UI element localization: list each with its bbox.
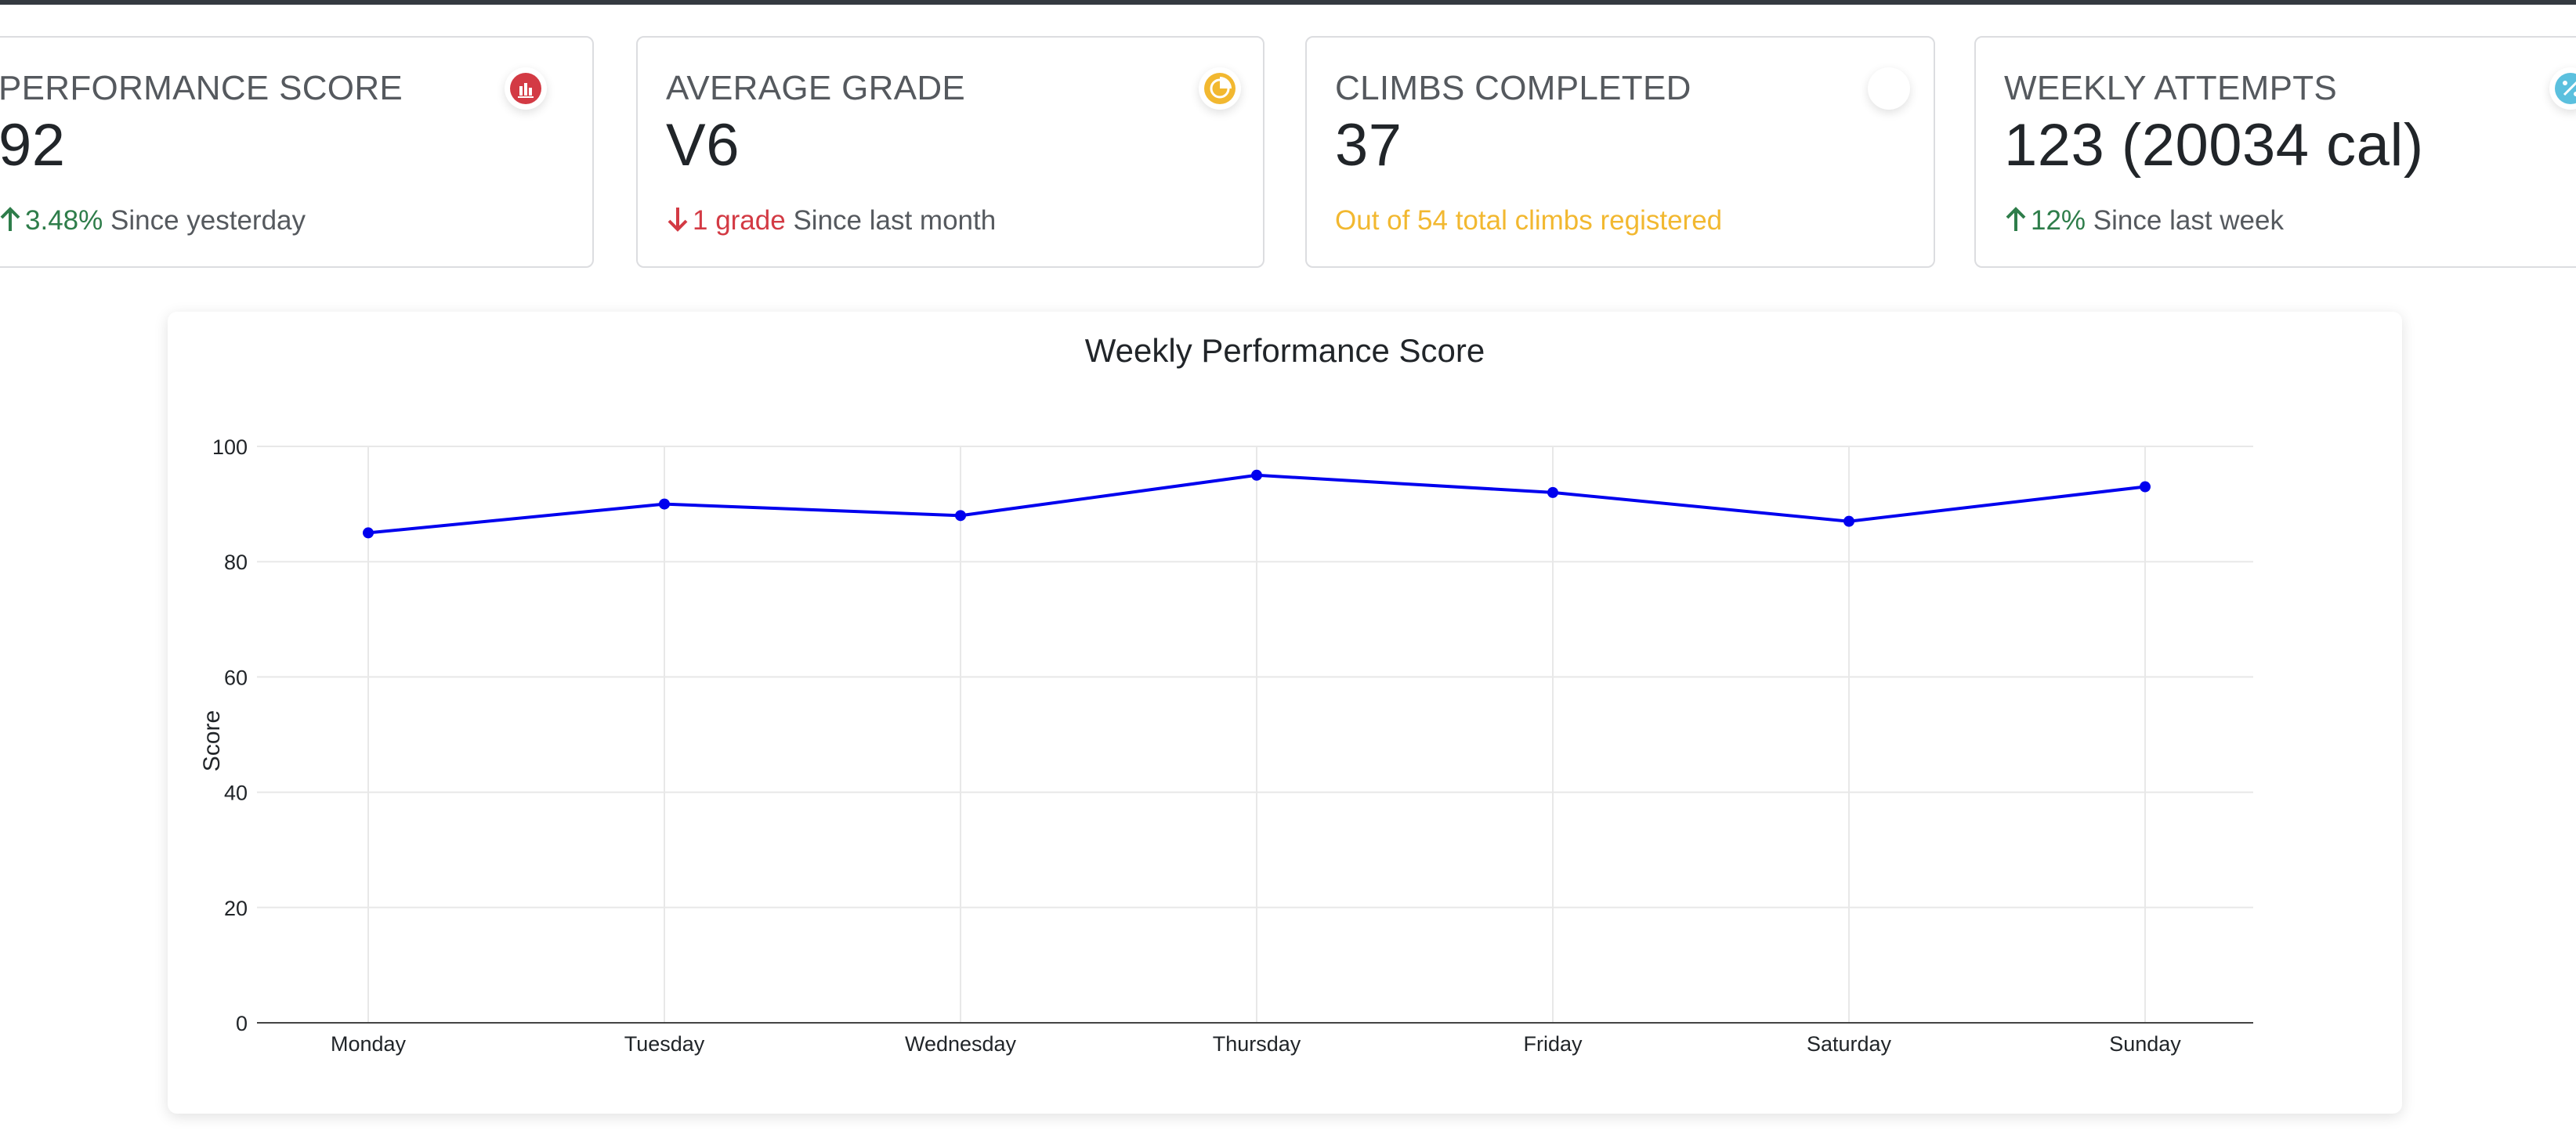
x-tick-label: Thursday bbox=[1213, 1032, 1301, 1056]
x-tick-label: Friday bbox=[1523, 1032, 1583, 1056]
data-point[interactable] bbox=[363, 527, 374, 539]
card-title: Performance Score bbox=[0, 69, 403, 107]
card-performance-score: Performance Score 92 3.48% Since yesterd… bbox=[0, 36, 594, 268]
data-point[interactable] bbox=[955, 510, 966, 522]
card-value: 123 (20034 cal) bbox=[2004, 112, 2424, 179]
card-title: Weekly Attempts bbox=[2004, 69, 2338, 107]
data-point[interactable] bbox=[2140, 481, 2151, 493]
arrow-up-icon bbox=[0, 207, 20, 231]
circle-icon bbox=[1868, 67, 1910, 110]
pie-chart-icon bbox=[1199, 67, 1241, 110]
x-tick-label: Wednesday bbox=[905, 1032, 1017, 1056]
data-point[interactable] bbox=[659, 498, 670, 510]
trend-note: Since last month bbox=[793, 205, 997, 236]
card-weekly-attempts: Weekly Attempts 123 (20034 cal) 12% Sinc… bbox=[1974, 36, 2576, 268]
y-tick-label: 20 bbox=[224, 897, 248, 920]
data-point[interactable] bbox=[1843, 515, 1854, 527]
grid bbox=[257, 446, 2253, 1023]
y-tick-label: 40 bbox=[224, 782, 248, 805]
top-bar bbox=[0, 0, 2576, 5]
arrow-down-icon bbox=[668, 208, 688, 232]
chart-card: Weekly Performance Score Score 0 20 40 60 80… bbox=[168, 312, 2402, 1114]
card-average-grade: Average Grade V6 1 grade Since last mont… bbox=[636, 36, 1264, 268]
card-title: Average Grade bbox=[666, 69, 966, 107]
card-value: V6 bbox=[666, 112, 740, 179]
axes: 0 20 40 60 80 100 Monday Tuesday Wednesday Thursd… bbox=[212, 435, 2253, 1056]
x-tick-label: Monday bbox=[331, 1032, 407, 1056]
trend-note: Since last week bbox=[2093, 205, 2284, 236]
data-point[interactable] bbox=[1251, 469, 1262, 481]
trend-value: 3.48% bbox=[25, 205, 103, 236]
y-axis-label: Score bbox=[199, 710, 225, 771]
y-tick-label: 100 bbox=[212, 435, 248, 459]
trend-value: 12% bbox=[2031, 205, 2086, 236]
chart-icon bbox=[505, 67, 547, 110]
x-tick-label: Sunday bbox=[2109, 1032, 2181, 1056]
trend-note: Since yesterday bbox=[110, 205, 306, 236]
line-chart: Weekly Performance Score Score 0 20 40 60 80… bbox=[199, 332, 2253, 1056]
trend-value: 1 grade bbox=[693, 205, 786, 236]
trend-up: 3.48% bbox=[0, 205, 110, 236]
card-value: 92 bbox=[0, 112, 66, 179]
chart-title: Weekly Performance Score bbox=[1085, 332, 1485, 369]
trend-down: 1 grade bbox=[666, 205, 793, 236]
card-footer: 3.48% Since yesterday bbox=[0, 205, 306, 237]
arrow-up-icon bbox=[2006, 207, 2026, 231]
card-climbs-completed: Climbs Completed 37 Out of 54 total clim… bbox=[1305, 36, 1935, 268]
percent-icon bbox=[2549, 67, 2576, 110]
trend-up: 12% bbox=[2004, 205, 2093, 236]
card-footer: 12% Since last week bbox=[2004, 205, 2284, 237]
x-tick-label: Tuesday bbox=[624, 1032, 705, 1056]
card-footer: Out of 54 total climbs registered bbox=[1335, 205, 1723, 236]
data-point[interactable] bbox=[1547, 486, 1558, 498]
card-footer: 1 grade Since last month bbox=[666, 205, 996, 237]
y-tick-label: 0 bbox=[236, 1012, 248, 1035]
card-value: 37 bbox=[1335, 112, 1402, 179]
x-tick-label: Saturday bbox=[1807, 1032, 1892, 1056]
y-tick-label: 60 bbox=[224, 666, 248, 689]
card-title: Climbs Completed bbox=[1335, 69, 1691, 107]
y-tick-label: 80 bbox=[224, 551, 248, 574]
